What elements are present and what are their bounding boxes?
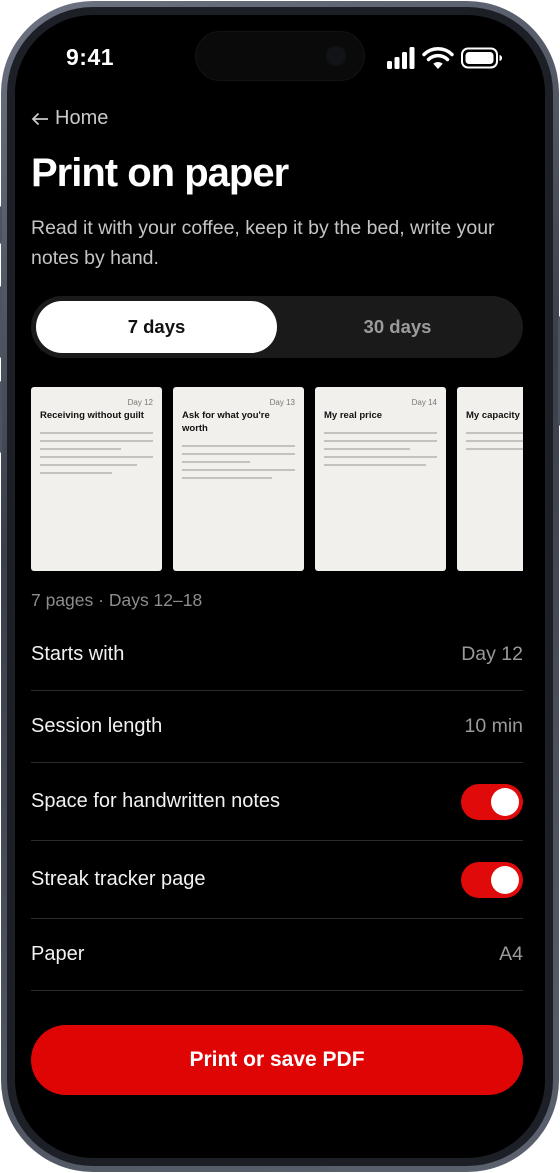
page-previews-carousel[interactable]: Day 12 Receiving without guilt Day 13 As… [31,387,523,572]
status-time: 9:41 [66,44,115,70]
handwritten-notes-toggle[interactable] [461,783,523,820]
page-line [324,432,437,434]
segment-7-days[interactable]: 7 days [36,301,277,353]
streak-tracker-toggle[interactable] [461,861,523,898]
page-line [324,464,426,466]
page-line [466,448,523,450]
cellular-signal-icon [387,47,415,69]
page-line [324,440,437,442]
page-line [40,464,138,466]
action-button [0,206,2,244]
camera-icon [326,46,346,66]
paper-row[interactable]: Paper A4 [31,919,523,991]
back-link-label: Home [55,107,109,129]
page-preview[interactable]: Day 12 Receiving without guilt [31,387,162,571]
page-line [324,456,437,458]
print-pdf-button[interactable]: Print or save PDF [31,1025,523,1095]
page-line [40,456,153,458]
starts-with-label: Starts with [31,642,125,665]
arrow-left-icon [31,112,48,125]
page-line [182,469,295,471]
wifi-icon [422,46,454,69]
session-length-label: Session length [31,715,163,737]
segment-30-days[interactable]: 30 days [277,301,518,353]
duration-segmented-control: 7 days 30 days [31,296,523,358]
page-line [182,453,295,455]
pages-summary: 7 pages · Days 12–18 [31,590,203,610]
page-preview-title: My capacity [466,410,520,421]
paper-value: A4 [499,943,523,965]
toggle-knob [491,865,519,894]
page-line [182,461,250,463]
streak-tracker-row: Streak tracker page [31,841,523,919]
page-title: Print on paper [31,151,289,195]
bezel: 9:41 Home Print on paper Read it with yo… [7,7,553,1166]
battery-icon [461,47,502,69]
starts-with-value: Day 12 [461,642,523,665]
streak-tracker-label: Streak tracker page [31,868,206,890]
session-length-row[interactable]: Session length 10 min [31,691,523,763]
page-subtitle: Read it with your coffee, keep it by the… [31,217,495,269]
page-line [40,448,122,450]
status-icons [387,45,503,71]
page-preview[interactable]: Day 13 Ask for what you're worth [173,387,304,571]
page-line [182,445,295,447]
page-line [466,432,523,434]
volume-down-button [0,381,2,453]
page-day: Day 12 [127,398,153,407]
page-line [40,472,113,474]
page-day: Day 14 [411,398,437,407]
page-line [40,440,153,442]
page-line [466,440,523,442]
page-preview[interactable]: My capacity [457,387,523,571]
volume-up-button [0,286,2,358]
paper-label: Paper [31,943,85,965]
page-preview-title: Receiving without guilt [40,410,144,421]
session-length-value: 10 min [464,715,523,737]
handwritten-notes-label: Space for handwritten notes [31,790,281,812]
back-link[interactable]: Home [31,107,108,130]
toggle-knob [491,787,519,816]
settings-list: Starts with Day 12 Session length 10 min… [31,618,523,991]
page-line [40,432,153,434]
page-line [182,477,273,479]
starts-with-row[interactable]: Starts with Day 12 [31,618,523,691]
page-preview-title: Ask for what you're worth [182,410,270,434]
page-line [324,448,410,450]
page-preview-title: My real price [324,410,383,421]
dynamic-island [195,31,365,81]
page-day: Day 13 [269,398,295,407]
screen: 9:41 Home Print on paper Read it with yo… [15,15,545,1158]
page-preview[interactable]: Day 14 My real price [315,387,446,571]
phone-frame: 9:41 Home Print on paper Read it with yo… [0,1,560,1172]
handwritten-notes-row: Space for handwritten notes [31,763,523,841]
